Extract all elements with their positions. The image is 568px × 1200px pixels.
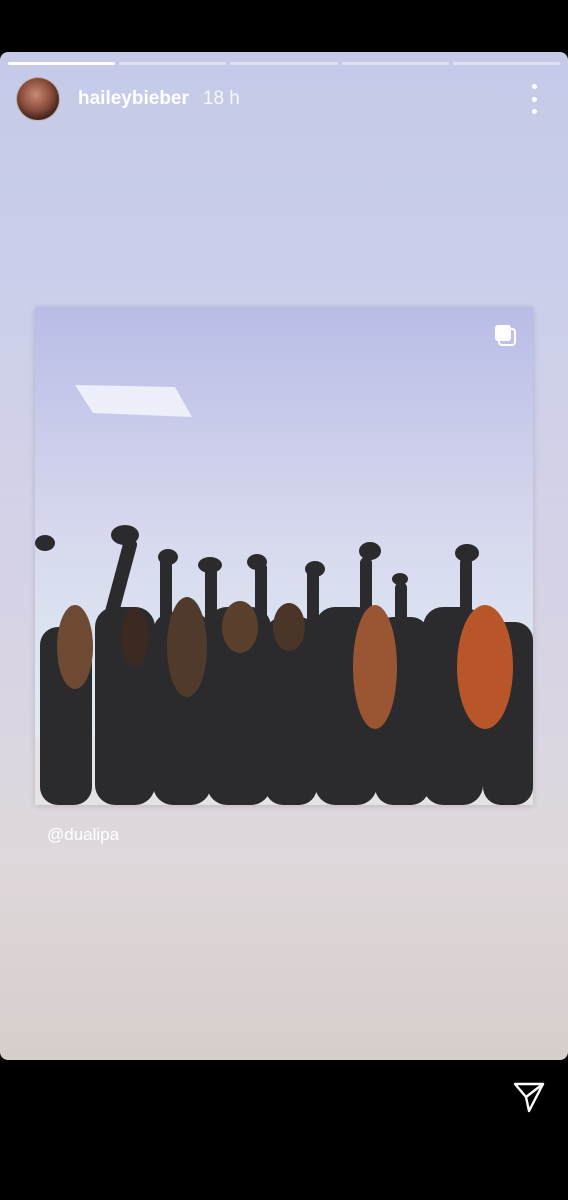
- mention-sticker[interactable]: @dualipa: [47, 825, 119, 845]
- progress-segment: [8, 62, 116, 65]
- username[interactable]: haileybieber: [78, 88, 189, 110]
- story-progress-bar: [8, 62, 561, 65]
- progress-segment: [341, 62, 449, 65]
- progress-segment: [452, 62, 561, 65]
- avatar[interactable]: [16, 77, 60, 121]
- timestamp: 18 h: [202, 88, 240, 109]
- story-frame[interactable]: haileybieber 18 h @dualipa: [0, 52, 568, 1060]
- progress-segment: [119, 62, 227, 65]
- photo-illustration: [35, 307, 533, 805]
- story-header: haileybieber 18 h: [16, 76, 552, 122]
- story-photo[interactable]: [35, 307, 533, 805]
- progress-segment: [230, 62, 338, 65]
- bottom-bar: [0, 1060, 568, 1200]
- send-paper-plane-icon[interactable]: [512, 1080, 546, 1114]
- multiple-photos-icon: [495, 325, 516, 346]
- more-vertical-icon[interactable]: [520, 84, 548, 114]
